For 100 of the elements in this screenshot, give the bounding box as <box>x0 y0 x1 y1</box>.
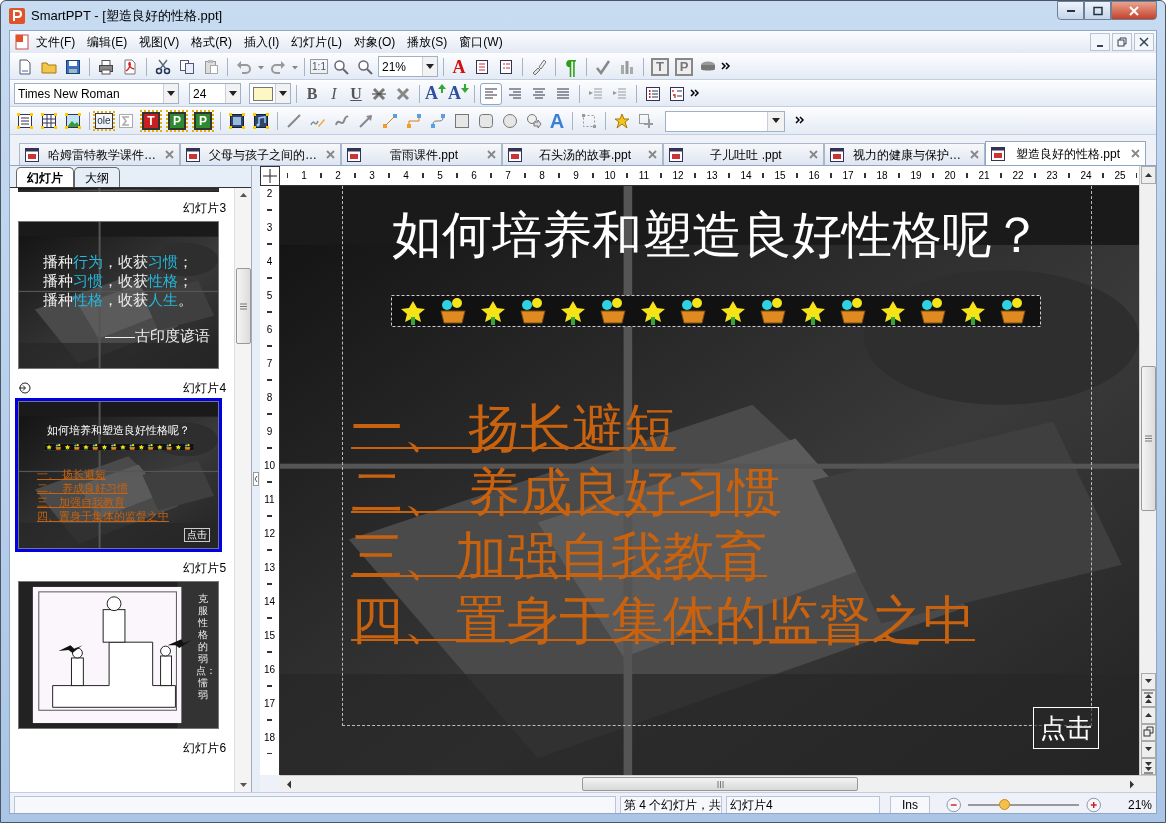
placeholder-button[interactable]: P <box>675 57 693 76</box>
strikethrough-icon[interactable] <box>371 85 387 102</box>
paste-icon[interactable] <box>203 58 219 75</box>
zoom-dropdown[interactable]: 21% <box>378 56 438 77</box>
slide-link[interactable]: 一、 扬长避短 <box>351 397 676 461</box>
print-icon[interactable] <box>98 58 114 75</box>
thumbnail-frame[interactable]: 克服性格的弱点：懦弱 <box>15 578 222 732</box>
menu-item[interactable]: 插入(I) <box>238 33 286 51</box>
zoom-icon[interactable] <box>357 58 373 75</box>
document-tab[interactable]: 子儿吐吐 .ppt <box>663 143 824 165</box>
document-tab[interactable]: 雷雨课件.ppt <box>341 143 502 165</box>
format-painter-icon[interactable] <box>531 58 547 75</box>
menu-item[interactable]: 对象(O) <box>348 33 402 51</box>
audio-icon[interactable] <box>253 113 269 129</box>
menu-item[interactable]: 格式(R) <box>185 33 238 51</box>
menu-item[interactable]: 幻灯片(L) <box>285 33 348 51</box>
menu-item[interactable]: 播放(S) <box>401 33 454 51</box>
document-tab[interactable]: 视力的健康与保护… <box>824 143 985 165</box>
pdf-icon[interactable] <box>122 58 138 75</box>
scrollbar-thumb[interactable] <box>582 777 858 791</box>
frame-button[interactable]: P <box>168 112 186 130</box>
click-button[interactable]: 点击 <box>184 528 210 542</box>
font-dropdown[interactable]: Times New Roman <box>14 83 179 104</box>
close-tab-icon[interactable] <box>1131 149 1140 158</box>
close-tab-icon[interactable] <box>809 150 818 159</box>
ungroup-icon[interactable] <box>638 113 654 129</box>
frame-button[interactable]: P <box>194 112 212 130</box>
copy-icon[interactable] <box>179 58 195 75</box>
menu-item[interactable]: 窗口(W) <box>453 33 509 51</box>
star-icon[interactable] <box>614 113 630 129</box>
zoom-slider-thumb[interactable] <box>998 798 1010 810</box>
redo-icon[interactable] <box>270 58 286 75</box>
thumbnail-frame[interactable]: 如何培养和塑造良好性格呢？ 一、 扬长避短 二、 养成良好习惯 三、加强自我教育 四、置身于集体的监督之中 点击 <box>15 398 222 552</box>
align-left-button[interactable] <box>480 82 502 105</box>
new-window-icon[interactable] <box>1140 724 1156 741</box>
rounded-rectangle-icon[interactable] <box>478 113 494 129</box>
ole-object-button[interactable]: ole <box>95 113 113 129</box>
maximize-button[interactable] <box>1084 1 1111 20</box>
panel-tab[interactable]: 幻灯片 <box>16 167 74 187</box>
actual-size-button[interactable]: 1:1 <box>310 59 328 74</box>
restore-document-button[interactable] <box>1112 33 1132 51</box>
chart-icon[interactable] <box>619 58 635 75</box>
italic-button[interactable]: I <box>324 83 344 104</box>
document-tab[interactable]: 父母与孩子之间的… <box>180 143 341 165</box>
zoom-fit-icon[interactable] <box>333 58 349 75</box>
increase-font-button[interactable]: A <box>425 83 446 104</box>
close-tab-icon[interactable] <box>487 150 496 159</box>
placeholder-button[interactable]: T <box>651 57 669 76</box>
scrollbar-thumb[interactable] <box>235 268 251 344</box>
slide-link[interactable]: 一、 扬长避短 <box>37 466 106 481</box>
group-icon[interactable] <box>581 113 597 129</box>
elbow-connector-icon[interactable] <box>406 113 422 129</box>
clear-formatting-icon[interactable] <box>395 85 411 102</box>
numbered-list-icon[interactable] <box>669 85 685 102</box>
close-tab-icon[interactable] <box>165 150 174 159</box>
menu-item[interactable]: 文件(F) <box>30 33 82 51</box>
scroll-down-icon[interactable] <box>1140 673 1156 690</box>
rectangle-icon[interactable] <box>454 113 470 129</box>
panel-tab[interactable]: 大纲 <box>74 167 120 187</box>
close-button[interactable] <box>1111 1 1157 20</box>
minimize-document-button[interactable] <box>1090 33 1110 51</box>
close-document-button[interactable] <box>1134 33 1154 51</box>
zoom-in-icon[interactable] <box>1086 796 1102 813</box>
document-tab[interactable]: 塑造良好的性格.ppt <box>985 141 1146 165</box>
cut-icon[interactable] <box>155 58 171 75</box>
text-box-icon[interactable] <box>17 113 33 129</box>
document-tab[interactable]: 哈姆雷特教学课件… <box>19 143 180 165</box>
line-icon[interactable] <box>286 113 302 129</box>
next-slide-icon[interactable] <box>1140 758 1156 775</box>
zoom-out-icon[interactable] <box>945 796 962 813</box>
curved-connector-icon[interactable] <box>430 113 446 129</box>
ruler-corner[interactable] <box>260 166 280 186</box>
thumbnail-frame[interactable]: 播种行为，收获习惯； 播种习惯，收获性格； 播种性格，收获人生。 ——古印度谚语 <box>15 218 222 372</box>
minimize-button[interactable] <box>1057 1 1084 20</box>
previous-slide-icon[interactable] <box>1140 690 1156 707</box>
bold-button[interactable]: B <box>302 83 322 104</box>
click-button[interactable]: 点击 <box>1033 707 1099 749</box>
font-size-dropdown[interactable]: 24 <box>189 83 241 104</box>
frame-button[interactable]: T <box>142 112 160 130</box>
fill-color-dropdown[interactable] <box>249 83 291 104</box>
spellcheck-icon[interactable] <box>595 58 611 75</box>
paragraph-format-icon[interactable] <box>474 58 490 75</box>
scroll-up-icon[interactable] <box>1140 166 1156 184</box>
save-icon[interactable] <box>65 58 81 75</box>
underline-button[interactable]: U <box>346 83 366 104</box>
list-format-icon[interactable] <box>498 58 514 75</box>
menu-item[interactable]: 视图(V) <box>133 33 186 51</box>
menu-item[interactable]: 编辑(E) <box>81 33 134 51</box>
close-tab-icon[interactable] <box>648 150 657 159</box>
connector-icon[interactable] <box>382 113 398 129</box>
new-file-icon[interactable] <box>17 58 33 75</box>
next-page-icon[interactable] <box>1140 741 1156 758</box>
document-tab[interactable]: 石头汤的故事.ppt <box>502 143 663 165</box>
close-tab-icon[interactable] <box>970 150 979 159</box>
text-color-button[interactable]: A <box>449 56 469 77</box>
close-tab-icon[interactable] <box>326 150 335 159</box>
previous-page-icon[interactable] <box>1140 707 1156 724</box>
bulleted-list-icon[interactable] <box>645 85 661 102</box>
scrollbar-thumb[interactable] <box>1140 366 1156 511</box>
table-icon[interactable] <box>41 113 57 129</box>
